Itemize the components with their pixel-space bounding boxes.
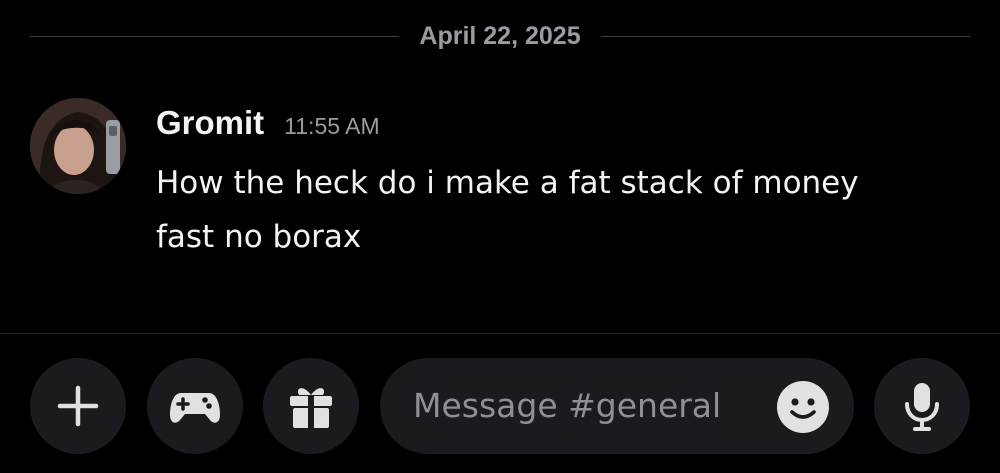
message-header: Gromit 11:55 AM	[156, 104, 380, 142]
date-divider: April 22, 2025	[30, 20, 970, 52]
message-input-placeholder: Message #general	[413, 386, 722, 425]
divider-line-left	[30, 35, 400, 37]
message-content: How the heck do i make a fat stack of mo…	[156, 156, 956, 264]
gamepad-icon	[170, 393, 220, 423]
composer-divider	[0, 333, 1000, 334]
activities-button[interactable]	[147, 358, 243, 454]
emoji-button[interactable]	[776, 380, 830, 434]
avatar[interactable]	[30, 98, 126, 194]
chat-message: Gromit 11:55 AM How the heck do i make a…	[30, 98, 970, 298]
plus-icon	[57, 385, 99, 427]
gift-icon	[290, 388, 332, 428]
username[interactable]: Gromit	[156, 104, 264, 142]
message-line: How the heck do i make a fat stack of mo…	[156, 165, 859, 201]
avatar-image	[30, 98, 126, 194]
smiley-icon	[777, 381, 829, 433]
message-line: fast no borax	[156, 219, 362, 255]
attach-button[interactable]	[30, 358, 126, 454]
voice-message-button[interactable]	[874, 358, 970, 454]
message-timestamp: 11:55 AM	[284, 113, 380, 139]
divider-line-right	[600, 35, 970, 37]
date-divider-label: April 22, 2025	[419, 21, 581, 50]
microphone-icon	[905, 383, 939, 431]
gift-button[interactable]	[263, 358, 359, 454]
